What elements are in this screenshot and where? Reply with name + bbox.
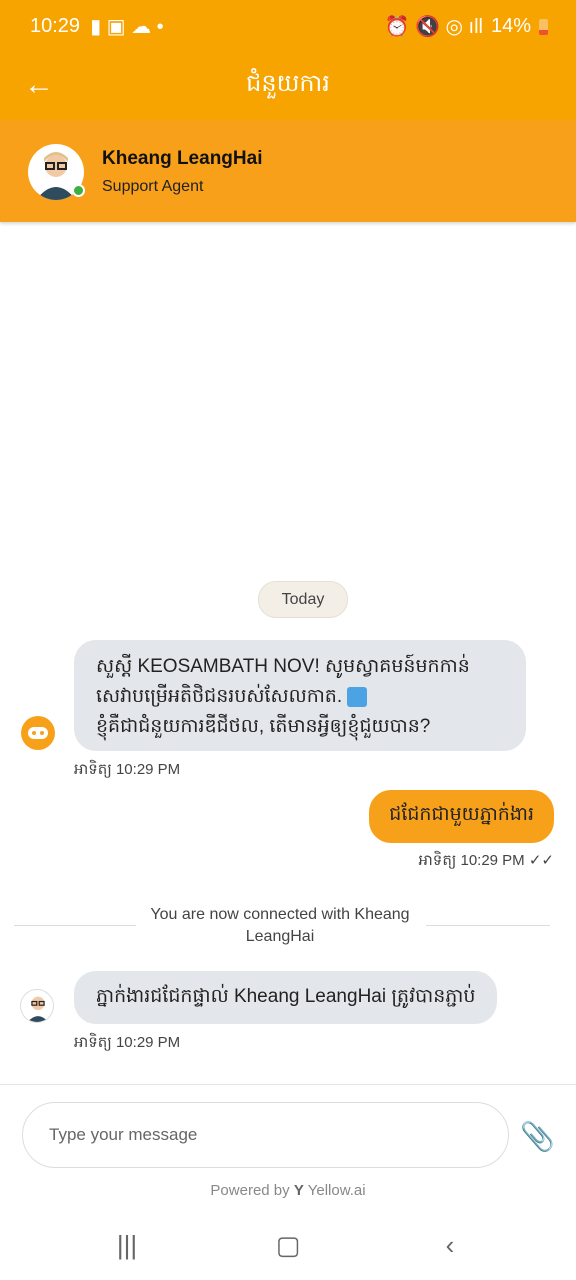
double-check-icon: ✓✓	[528, 852, 554, 869]
divider	[426, 925, 550, 926]
recent-apps-button[interactable]: |||	[107, 1230, 147, 1261]
message-time: អាទិត្យ 10:29 PM ✓✓	[419, 851, 554, 873]
bot-message-bubble: សួស្តី KEOSAMBATH NOV! សូមស្វាគមន៍មកកាន់…	[74, 640, 526, 751]
online-status-dot	[72, 184, 85, 197]
agent-small-avatar	[20, 989, 54, 1023]
agent-header: Kheang LeangHai Support Agent	[0, 120, 576, 222]
battery-icon	[539, 18, 548, 35]
powered-prefix: Powered by	[210, 1182, 290, 1199]
divider	[0, 1084, 576, 1085]
user-message-bubble: ជជែកជាមួយភ្នាក់ងារ	[369, 790, 554, 843]
date-chip: Today	[258, 581, 348, 618]
notification-icons: ▮ ▣ ☁ •	[90, 16, 164, 38]
message-time: អាទិត្យ 10:29 PM	[74, 1034, 181, 1051]
message-input[interactable]: Type your message	[22, 1102, 509, 1168]
agent-name: Kheang LeangHai	[102, 148, 263, 169]
message-line: សេវាបម្រើអតិថិជនរបស់សែលកាត.	[96, 686, 343, 707]
home-button[interactable]: ▢	[268, 1230, 308, 1261]
signal-emoji-icon	[347, 686, 368, 707]
message-line: ខ្ញុំគឺជាជំនួយការឌីជីថល, តើមានអ្វីឲ្យខ្ញ…	[96, 716, 431, 737]
message-time: អាទិត្យ 10:29 PM	[74, 761, 181, 778]
app-bar: ← ជំនួយការ	[0, 52, 576, 120]
message-line: សួស្តី KEOSAMBATH NOV! សូមស្វាគមន៍មកកាន់	[96, 656, 470, 677]
time-text: អាទិត្យ 10:29 PM	[418, 852, 525, 869]
back-button[interactable]: ‹	[430, 1230, 470, 1261]
battery-percent: 14%	[490, 15, 531, 37]
status-time: 10:29	[30, 15, 81, 37]
bot-avatar-icon	[20, 715, 56, 751]
divider	[14, 925, 136, 926]
agent-message-bubble: ភ្នាក់ងារជជែកផ្ទាល់ Kheang LeangHai ត្រូ…	[74, 971, 498, 1024]
attachment-icon[interactable]: 📎	[520, 1120, 555, 1153]
system-message: You are now connected with Kheang LeangH…	[150, 906, 410, 945]
agent-role: Support Agent	[102, 178, 204, 195]
page-title: ជំនួយការ	[246, 70, 330, 97]
powered-by: Powered by Y Yellow.ai	[0, 1182, 576, 1199]
system-icons: ⏰ 🔇 ◎ ıll	[384, 16, 483, 38]
status-bar: 10:29 ▮ ▣ ☁ • ⏰ 🔇 ◎ ıll 14%	[0, 0, 576, 52]
powered-brand: Yellow.ai	[307, 1182, 366, 1199]
yellow-logo-icon: Y	[293, 1182, 304, 1199]
